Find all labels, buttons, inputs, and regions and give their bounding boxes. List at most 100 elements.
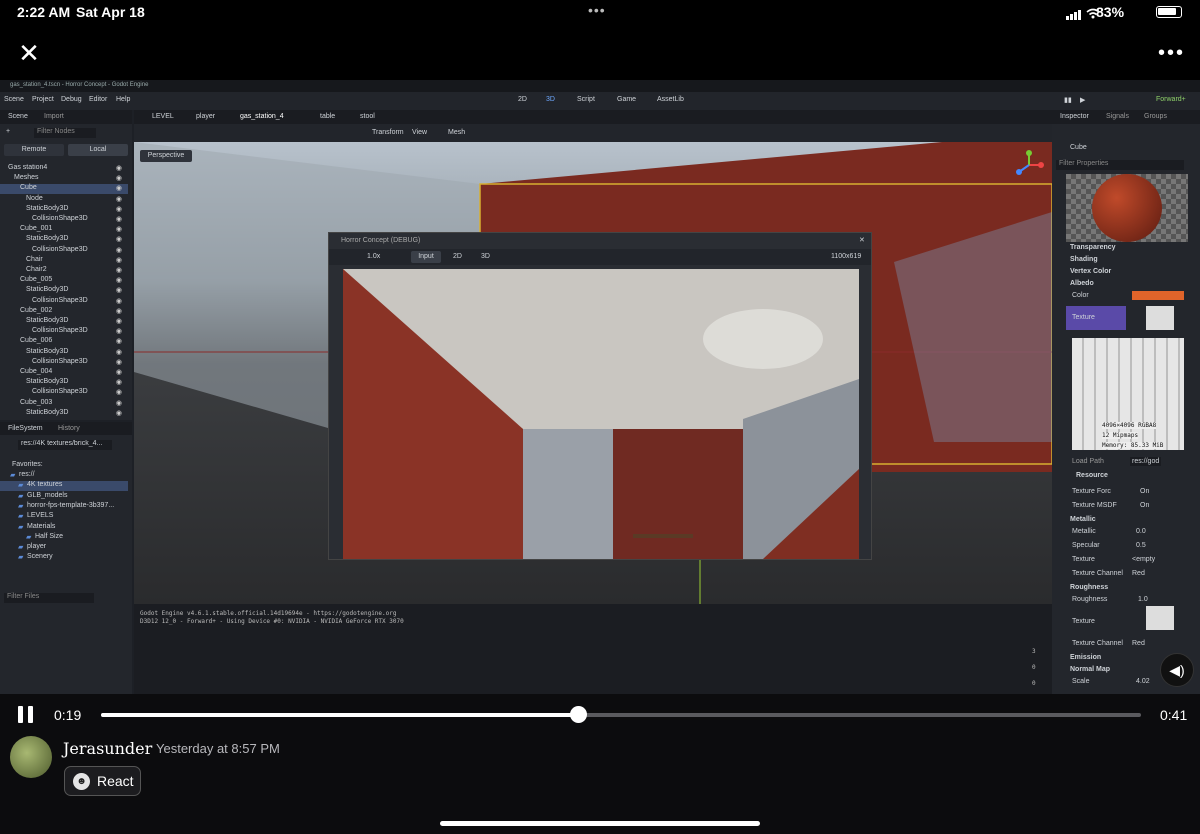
tree-node[interactable]: StaticBody3D ◉ xyxy=(0,235,128,245)
visibility-eye-icon[interactable]: ◉ xyxy=(116,246,122,254)
inspector-object[interactable]: Cube xyxy=(1070,144,1087,151)
visibility-eye-icon[interactable]: ◉ xyxy=(116,409,122,417)
error-count[interactable]: 0 xyxy=(1032,664,1036,671)
roughness-value[interactable]: 1.0 xyxy=(1138,596,1148,603)
mode-2d[interactable]: 2D xyxy=(518,96,527,103)
visibility-eye-icon[interactable]: ◉ xyxy=(116,317,122,325)
section-normal-map[interactable]: Normal Map xyxy=(1070,666,1110,673)
visibility-eye-icon[interactable]: ◉ xyxy=(116,337,122,345)
renderer-select[interactable]: Forward+ xyxy=(1156,96,1186,103)
tree-node[interactable]: CollisionShape3D ◉ xyxy=(0,246,128,256)
tab-filesystem[interactable]: FileSystem xyxy=(8,425,43,432)
folder-item[interactable]: ▰ horror-fps-template-3b397... xyxy=(0,502,128,512)
visibility-eye-icon[interactable]: ◉ xyxy=(116,388,122,396)
tree-node[interactable]: Cube ◉ xyxy=(0,184,128,195)
visibility-eye-icon[interactable]: ◉ xyxy=(116,378,122,386)
scene-tab-player[interactable]: player xyxy=(196,113,215,120)
mesh-menu[interactable]: Mesh xyxy=(448,129,465,136)
visibility-eye-icon[interactable]: ◉ xyxy=(116,195,122,203)
section-vertex-color[interactable]: Vertex Color xyxy=(1070,268,1111,275)
username[interactable]: Jerasunder xyxy=(63,739,152,758)
texture3-thumb[interactable] xyxy=(1146,606,1174,630)
scene-tab-table[interactable]: table xyxy=(320,113,335,120)
perspective-button[interactable]: Perspective xyxy=(140,150,192,162)
mode-game[interactable]: Game xyxy=(617,96,636,103)
visibility-eye-icon[interactable]: ◉ xyxy=(116,276,122,284)
folder-item[interactable]: ▰ 4K textures xyxy=(0,481,128,492)
visibility-eye-icon[interactable]: ◉ xyxy=(116,164,122,172)
tree-node[interactable]: StaticBody3D ◉ xyxy=(0,348,128,358)
input-button[interactable]: Input xyxy=(411,251,441,263)
video-frame[interactable]: gas_station_4.tscn - Horror Concept - Go… xyxy=(0,80,1200,694)
visibility-eye-icon[interactable]: ◉ xyxy=(116,297,122,305)
section-resource[interactable]: Resource xyxy=(1076,472,1108,479)
visibility-eye-icon[interactable]: ◉ xyxy=(116,399,122,407)
local-button[interactable]: Local xyxy=(68,144,128,156)
tree-node[interactable]: Cube_003 ◉ xyxy=(0,399,128,409)
message-count[interactable]: 3 xyxy=(1032,648,1036,655)
debug-window[interactable]: Horror Concept (DEBUG) ✕ 1.0x Input 2D 3… xyxy=(328,232,872,560)
pause-icon[interactable] xyxy=(16,706,36,724)
mode-assetlib[interactable]: AssetLib xyxy=(657,96,684,103)
volume-icon[interactable]: ◀) xyxy=(1160,653,1194,687)
tex-channel2-value[interactable]: Red xyxy=(1132,640,1145,647)
section-albedo[interactable]: Albedo xyxy=(1070,280,1094,287)
tree-node[interactable]: StaticBody3D ◉ xyxy=(0,409,128,419)
tree-node[interactable]: Cube_006 ◉ xyxy=(0,337,128,347)
tree-node[interactable]: Meshes ◉ xyxy=(0,174,128,184)
visibility-eye-icon[interactable]: ◉ xyxy=(116,225,122,233)
zoom-label[interactable]: 1.0x xyxy=(367,253,380,260)
scale-value[interactable]: 4.02 xyxy=(1136,678,1150,685)
section-shading[interactable]: Shading xyxy=(1070,256,1098,263)
tree-node[interactable]: StaticBody3D ◉ xyxy=(0,205,128,215)
visibility-eye-icon[interactable]: ◉ xyxy=(116,327,122,335)
visibility-eye-icon[interactable]: ◉ xyxy=(116,256,122,264)
filter-files-input[interactable]: Filter Files xyxy=(4,593,94,603)
visibility-eye-icon[interactable]: ◉ xyxy=(116,205,122,213)
visibility-eye-icon[interactable]: ◉ xyxy=(116,266,122,274)
add-node-icon[interactable]: + xyxy=(6,128,10,135)
folder-item[interactable]: ▰ Materials xyxy=(0,523,128,533)
mode-3d[interactable]: 3D xyxy=(546,96,555,103)
tab-import[interactable]: Import xyxy=(44,113,64,120)
visibility-eye-icon[interactable]: ◉ xyxy=(116,174,122,182)
tree-node[interactable]: Chair2 ◉ xyxy=(0,266,128,276)
warning-count[interactable]: 0 xyxy=(1032,680,1036,687)
tree-node[interactable]: StaticBody3D ◉ xyxy=(0,378,128,388)
mode-script[interactable]: Script xyxy=(577,96,595,103)
tab-signals[interactable]: Signals xyxy=(1106,113,1129,120)
scene-tab-gas-station[interactable]: gas_station_4 xyxy=(240,113,284,120)
filter-nodes-input[interactable]: Filter Nodes xyxy=(34,128,96,138)
pause-icon[interactable]: ▮▮ xyxy=(1064,96,1072,104)
tree-node[interactable]: CollisionShape3D ◉ xyxy=(0,388,128,398)
tree-node[interactable]: StaticBody3D ◉ xyxy=(0,286,128,296)
scene-tab-stool[interactable]: stool xyxy=(360,113,375,120)
tree-node[interactable]: Node ◉ xyxy=(0,195,128,205)
visibility-eye-icon[interactable]: ◉ xyxy=(116,307,122,315)
visibility-eye-icon[interactable]: ◉ xyxy=(116,348,122,356)
close-icon[interactable]: ✕ xyxy=(17,40,41,66)
debug-3d-button[interactable]: 3D xyxy=(481,253,490,260)
tab-groups[interactable]: Groups xyxy=(1144,113,1167,120)
filter-properties-input[interactable]: Filter Properties xyxy=(1056,160,1184,170)
transform-menu[interactable]: Transform xyxy=(372,129,404,136)
menu-help[interactable]: Help xyxy=(116,96,130,103)
scene-tab-level[interactable]: LEVEL xyxy=(152,113,174,120)
visibility-eye-icon[interactable]: ◉ xyxy=(116,184,122,192)
section-metallic[interactable]: Metallic xyxy=(1070,516,1096,523)
menu-debug[interactable]: Debug xyxy=(61,96,82,103)
folder-item[interactable]: ▰ GLB_models xyxy=(0,492,128,502)
close-debug-icon[interactable]: ✕ xyxy=(859,236,865,244)
folder-item[interactable]: ▰ Half Size xyxy=(0,533,128,543)
texture-force-on[interactable]: On xyxy=(1140,488,1149,495)
texture2-empty[interactable]: <empty xyxy=(1132,556,1155,563)
tree-node[interactable]: Cube_002 ◉ xyxy=(0,307,128,317)
debug-2d-button[interactable]: 2D xyxy=(453,253,462,260)
tree-node[interactable]: StaticBody3D ◉ xyxy=(0,317,128,327)
section-emission[interactable]: Emission xyxy=(1070,654,1101,661)
texture-msdf-on[interactable]: On xyxy=(1140,502,1149,509)
specular-value[interactable]: 0.5 xyxy=(1136,542,1146,549)
home-indicator[interactable] xyxy=(440,821,760,826)
avatar[interactable] xyxy=(10,736,52,778)
tree-node[interactable]: CollisionShape3D ◉ xyxy=(0,297,128,307)
